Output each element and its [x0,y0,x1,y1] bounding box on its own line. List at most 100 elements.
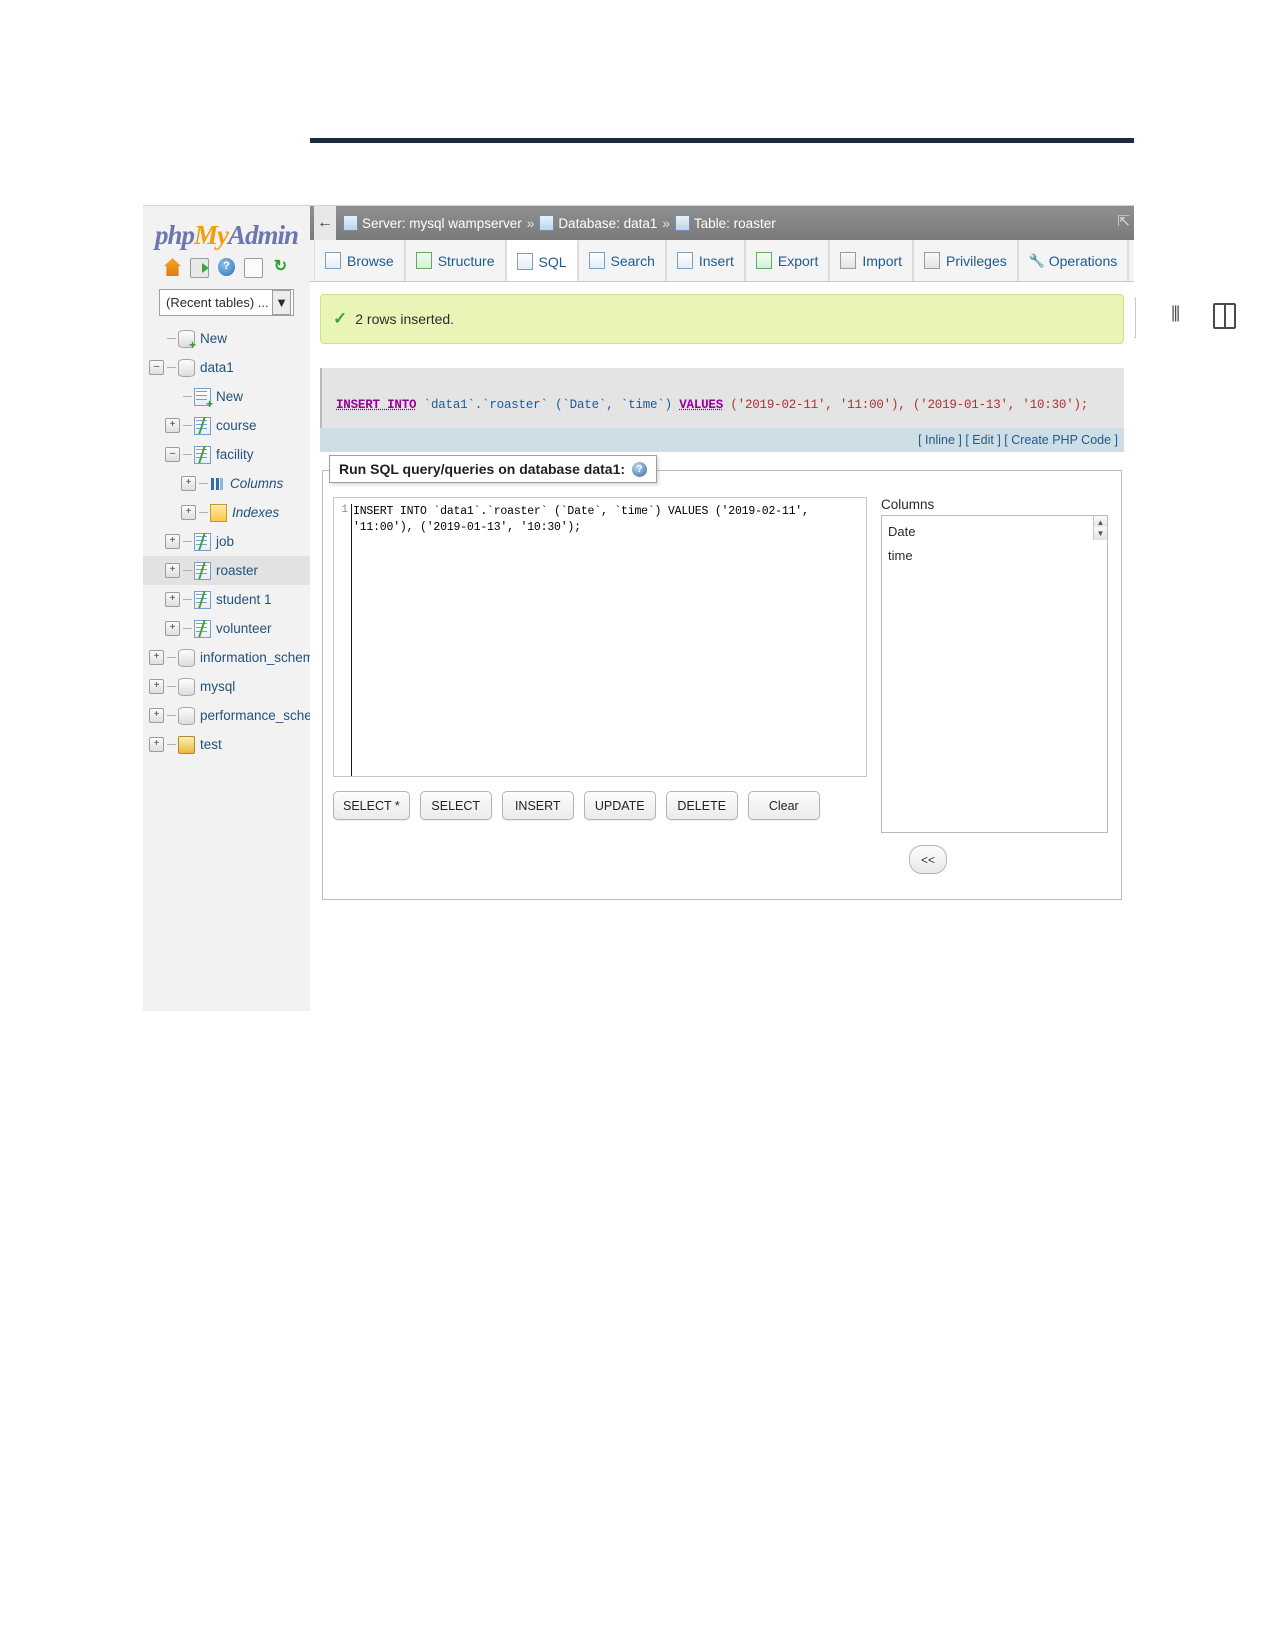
tab-import[interactable]: Import [829,240,914,281]
columns-list[interactable]: Date time ▲ ▼ [881,515,1108,833]
tree-toggle-icon[interactable]: + [149,650,164,665]
tab-sql[interactable]: SQL [505,240,578,281]
tree-toggle-icon[interactable]: + [181,476,196,491]
tab-export[interactable]: Export [744,240,830,281]
breadcrumb: ← Server: mysql wampserver » Database: d… [310,206,1134,240]
columns-scrollbar[interactable]: ▲ ▼ [1093,516,1107,540]
tab-browse[interactable]: Browse [314,240,405,281]
tree-item-label: facility [216,447,254,462]
tree-connector [183,570,192,571]
query-button-insert[interactable]: INSERT [501,791,574,820]
help-icon[interactable]: ? [632,461,648,477]
query-buttons: SELECT * SELECT INSERT UPDATE DELETE Clear [333,791,867,820]
column-item[interactable]: time [888,548,1107,572]
tab-operations[interactable]: 🔧 Operations [1017,240,1129,281]
query-button-clear[interactable]: Clear [747,791,820,820]
tree-connector [183,396,192,397]
breadcrumb-back-icon[interactable]: ← [314,206,336,240]
tree-item-test[interactable]: + test [143,730,310,759]
tree-toggle-icon[interactable]: – [165,447,180,462]
tree-toggle-icon[interactable]: + [149,679,164,694]
table-icon [194,619,211,638]
recent-tables-select[interactable]: (Recent tables) ... ▼ [159,289,294,316]
tree-connector [167,715,176,716]
tree-connector [183,599,192,600]
table-new-icon [194,387,213,409]
tree-item-indexes[interactable]: + Indexes [143,498,310,527]
tree-toggle-icon[interactable]: + [165,563,180,578]
export-icon [755,252,772,269]
logo-php: php [154,220,195,250]
tree-connector [167,686,176,687]
tree-item-information-schema[interactable]: + information_schema [143,643,322,672]
inline-link[interactable]: [ Inline ] [918,433,962,447]
tree-item-label: job [216,534,235,549]
tree-toggle-icon[interactable]: + [181,505,196,520]
query-button-update[interactable]: UPDATE [583,791,656,820]
table-icon [194,445,211,464]
table-icon [194,532,211,551]
breadcrumb-database[interactable]: Database: data1 [558,216,657,231]
tree-item-student-1[interactable]: + student 1 [143,585,310,614]
tree-item-performance-schema[interactable]: + performance_schema [143,701,331,730]
tree-connector [183,541,192,542]
query-form-row: 1 INSERT INTO `data1`.`roaster` (`Date`,… [333,497,1111,874]
breadcrumb-server[interactable]: Server: mysql wampserver [362,216,522,231]
tree-item-label: New [200,331,228,346]
tab-privileges[interactable]: Privileges [913,240,1018,281]
tree-item-label: data1 [200,360,234,375]
tree-item-course[interactable]: + course [143,411,310,440]
tree-item-new[interactable]: New [143,324,310,353]
tree-toggle-icon[interactable]: + [165,621,180,636]
query-button-select[interactable]: SELECT * [333,791,410,820]
columns-title: Columns [881,497,935,512]
home-icon[interactable] [164,258,181,276]
docs-icon[interactable] [244,258,263,278]
sidebar-icon-row: ? ↻ [143,258,310,278]
reload-icon[interactable]: ↻ [272,258,289,276]
table-icon [674,215,690,231]
tab-label: SQL [538,253,567,270]
tab-search[interactable]: Search [577,240,666,281]
executed-query-text: INSERT INTO `data1`.`roaster` (`Date`, `… [336,398,1124,412]
sidebar-toggle-icon[interactable] [1213,303,1236,329]
logout-icon[interactable] [190,258,209,278]
column-item[interactable]: Date [888,524,1107,548]
chevron-down-icon[interactable]: ▼ [272,290,291,315]
edit-link[interactable]: [ Edit ] [965,433,1000,447]
tree-item-job[interactable]: + job [143,527,310,556]
pin-icon[interactable]: ⇱ [1117,212,1130,230]
tree-toggle-icon[interactable]: + [165,592,180,607]
sql-input[interactable]: INSERT INTO `data1`.`roaster` (`Date`, `… [351,504,866,776]
tree-item-label: Indexes [232,505,280,520]
tree-item-roaster[interactable]: + roaster [143,556,310,585]
tree-item-data1[interactable]: – data1 [143,353,310,382]
tree-item-facility[interactable]: – facility [143,440,310,469]
tab-triggers[interactable]: Triggers [1128,240,1134,281]
collapse-columns-button[interactable]: << [909,845,947,874]
structure-icon [415,252,432,269]
tab-insert[interactable]: Insert [665,240,745,281]
tab-structure[interactable]: Structure [404,240,506,281]
tree-item-mysql[interactable]: + mysql [143,672,310,701]
query-button-delete[interactable]: DELETE [665,791,738,820]
scroll-down-icon[interactable]: ▼ [1094,527,1107,540]
tree-toggle-icon[interactable]: + [165,418,180,433]
phpmyadmin-logo[interactable]: phpMyAdmin [143,220,310,251]
query-button-select[interactable]: SELECT [419,791,492,820]
database-new-icon [178,329,196,350]
tree-toggle-icon[interactable]: – [149,360,164,375]
breadcrumb-separator-2: » [662,215,670,231]
help-icon[interactable]: ? [218,258,235,276]
sql-editor[interactable]: 1 INSERT INTO `data1`.`roaster` (`Date`,… [333,497,867,777]
tree-item-volunteer[interactable]: + volunteer [143,614,310,643]
create-php-code-link[interactable]: [ Create PHP Code ] [1004,433,1118,447]
tree-toggle-icon[interactable]: + [165,534,180,549]
tree-toggle-icon[interactable]: + [149,737,164,752]
breadcrumb-table[interactable]: Table: roaster [694,216,776,231]
sql-tuples: ('2019-02-11', '11:00'), ('2019-01-13', … [730,398,1089,412]
library-icon[interactable]: ⦀ [1171,303,1182,327]
tree-item-new[interactable]: New [143,382,310,411]
tree-item-columns[interactable]: + Columns [143,469,310,498]
tree-toggle-icon[interactable]: + [149,708,164,723]
